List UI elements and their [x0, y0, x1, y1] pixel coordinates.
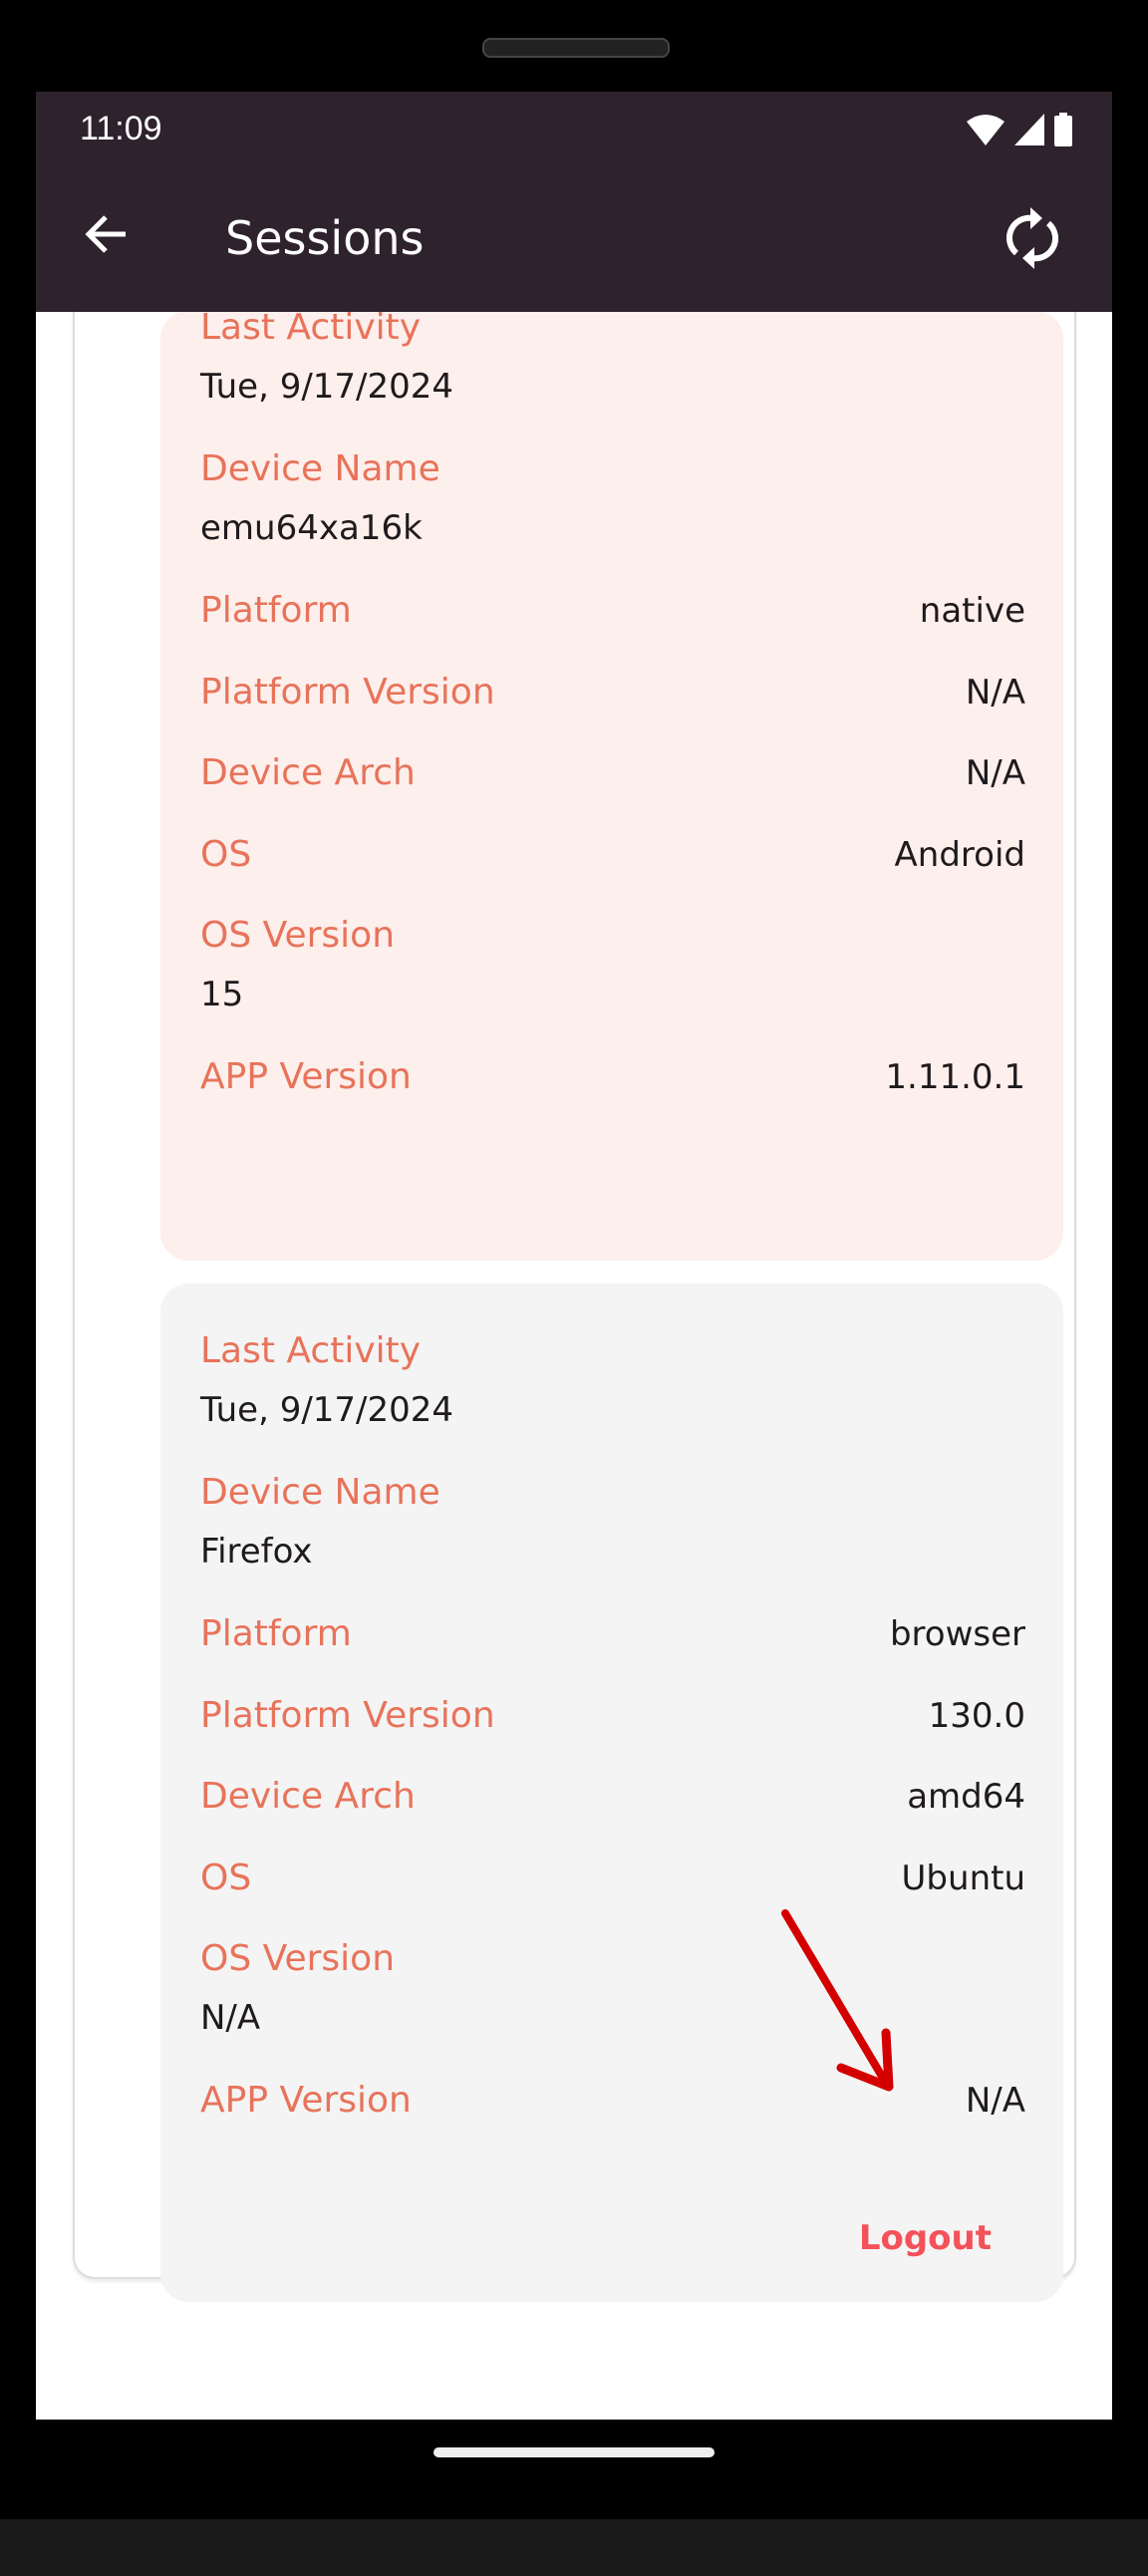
wifi-icon [967, 115, 1004, 145]
field-value: N/A [965, 2081, 1025, 2121]
battery-icon [1054, 113, 1072, 146]
field-label: OS [200, 1857, 252, 1898]
field-label: Last Activity [200, 1330, 422, 1371]
field-value: 15 [200, 975, 244, 1014]
field-value: browser [889, 1614, 1025, 1654]
session-card: Logout Last Activity Tue, 9/17/2024 Device… [160, 1284, 1063, 2302]
sessions-list: Last Activity Tue, 9/17/2024 Device Name em… [73, 191, 1076, 2302]
field-label: Platform [200, 1613, 352, 1654]
field-value: native [919, 591, 1025, 631]
session-card-current: Last Activity Tue, 9/17/2024 Device Name em… [160, 307, 1063, 1261]
field-value: Tue, 9/17/2024 [200, 367, 454, 407]
status-time: 11:09 [80, 110, 162, 147]
field-label: Platform Version [200, 1694, 495, 1736]
field-label: Device Arch [200, 752, 416, 793]
field-label: OS Version [200, 1938, 396, 1979]
field-label: Device Name [200, 1472, 440, 1513]
speaker-grille [482, 38, 670, 58]
field-value: N/A [965, 753, 1025, 793]
refresh-icon[interactable] [1003, 205, 1062, 271]
app-bar: 11:09 Sessions [36, 92, 1112, 312]
field-value: emu64xa16k [200, 508, 423, 548]
arrow-back-icon[interactable] [82, 209, 132, 259]
field-label: APP Version [200, 1056, 412, 1097]
field-value: N/A [965, 672, 1025, 713]
field-value: 1.11.0.1 [885, 1057, 1025, 1097]
screen: 11:09 Sessions Last Activity Tue, 9/17/20… [36, 92, 1112, 2420]
field-label: Last Activity [200, 307, 422, 348]
field-label: Platform Version [200, 671, 495, 713]
field-value: Tue, 9/17/2024 [200, 1390, 454, 1430]
page-title: Sessions [225, 211, 425, 265]
field-label: OS [200, 833, 252, 875]
signal-icon [1014, 114, 1044, 145]
field-label: Platform [200, 590, 352, 631]
field-value: Ubuntu [901, 1858, 1025, 1898]
device-frame-bottom [0, 2519, 1148, 2576]
field-value: 130.0 [928, 1695, 1025, 1736]
field-label: Device Arch [200, 1776, 416, 1817]
field-value: Android [894, 834, 1025, 875]
status-icons [967, 112, 1072, 147]
field-label: APP Version [200, 2080, 412, 2121]
home-gesture-bar[interactable] [433, 2447, 715, 2457]
field-label: Device Name [200, 448, 440, 489]
field-label: OS Version [200, 915, 396, 956]
field-value: amd64 [907, 1777, 1025, 1817]
field-value: Firefox [200, 1532, 313, 1572]
field-value: N/A [200, 1998, 261, 2038]
logout-button[interactable]: Logout [859, 2216, 992, 2260]
